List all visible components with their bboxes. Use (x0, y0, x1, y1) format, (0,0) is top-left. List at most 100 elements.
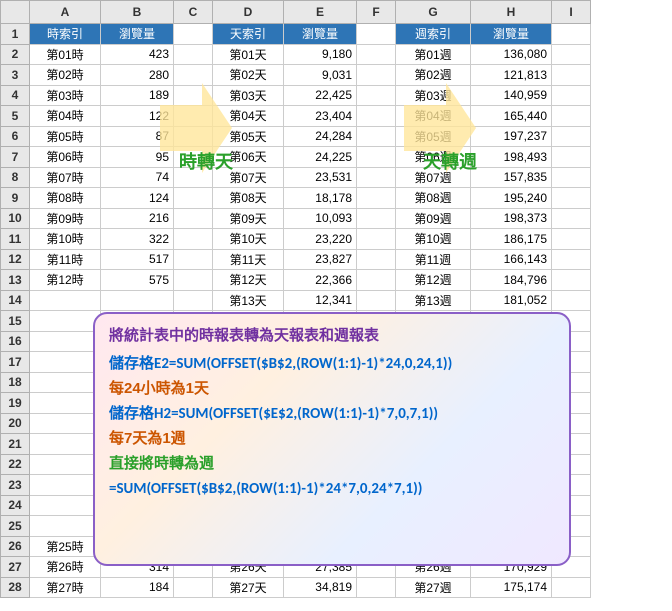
col-header-F[interactable]: F (357, 1, 396, 24)
cell-A6[interactable]: 第05時 (30, 126, 101, 147)
cell-E12[interactable]: 23,827 (284, 249, 357, 270)
cell-E3[interactable]: 9,031 (284, 65, 357, 86)
cell-A10[interactable]: 第09時 (30, 208, 101, 229)
cell-F13[interactable] (357, 270, 396, 291)
cell-B11[interactable]: 322 (101, 229, 174, 250)
cell-G9[interactable]: 第08週 (396, 188, 471, 209)
row-header-9[interactable]: 9 (1, 188, 30, 209)
header-day-idx[interactable]: 天索引 (213, 24, 284, 45)
cell-B10[interactable]: 216 (101, 208, 174, 229)
cell-A9[interactable]: 第08時 (30, 188, 101, 209)
row-header-20[interactable]: 20 (1, 413, 30, 434)
cell-A13[interactable]: 第12時 (30, 270, 101, 291)
row-header-23[interactable]: 23 (1, 475, 30, 496)
cell-C14[interactable] (174, 290, 213, 311)
row-header-24[interactable]: 24 (1, 495, 30, 516)
cell-A25[interactable] (30, 516, 101, 537)
row-header-19[interactable]: 19 (1, 393, 30, 414)
cell-H5[interactable]: 165,440 (471, 106, 552, 127)
row-header-2[interactable]: 2 (1, 44, 30, 65)
cell-G12[interactable]: 第11週 (396, 249, 471, 270)
cell-D10[interactable]: 第09天 (213, 208, 284, 229)
cell-H28[interactable]: 175,174 (471, 577, 552, 598)
corner-cell[interactable] (1, 1, 30, 24)
cell-H9[interactable]: 195,240 (471, 188, 552, 209)
col-header-I[interactable]: I (552, 1, 591, 24)
cell-A3[interactable]: 第02時 (30, 65, 101, 86)
cell-G10[interactable]: 第09週 (396, 208, 471, 229)
cell-C1[interactable] (174, 24, 213, 45)
cell-C28[interactable] (174, 577, 213, 598)
col-header-E[interactable]: E (284, 1, 357, 24)
cell-F8[interactable] (357, 167, 396, 188)
cell-A5[interactable]: 第04時 (30, 106, 101, 127)
col-header-B[interactable]: B (101, 1, 174, 24)
cell-H2[interactable]: 136,080 (471, 44, 552, 65)
cell-A11[interactable]: 第10時 (30, 229, 101, 250)
cell-E4[interactable]: 22,425 (284, 85, 357, 106)
cell-E9[interactable]: 18,178 (284, 188, 357, 209)
cell-G2[interactable]: 第01週 (396, 44, 471, 65)
cell-A27[interactable]: 第26時 (30, 557, 101, 578)
cell-C2[interactable] (174, 44, 213, 65)
cell-D9[interactable]: 第08天 (213, 188, 284, 209)
cell-E10[interactable]: 10,093 (284, 208, 357, 229)
cell-C9[interactable] (174, 188, 213, 209)
cell-A4[interactable]: 第03時 (30, 85, 101, 106)
cell-D14[interactable]: 第13天 (213, 290, 284, 311)
cell-F4[interactable] (357, 85, 396, 106)
cell-F14[interactable] (357, 290, 396, 311)
cell-F3[interactable] (357, 65, 396, 86)
cell-D13[interactable]: 第12天 (213, 270, 284, 291)
cell-D3[interactable]: 第02天 (213, 65, 284, 86)
cell-G13[interactable]: 第12週 (396, 270, 471, 291)
row-header-11[interactable]: 11 (1, 229, 30, 250)
cell-A21[interactable] (30, 434, 101, 455)
cell-F2[interactable] (357, 44, 396, 65)
cell-A7[interactable]: 第06時 (30, 147, 101, 168)
cell-I3[interactable] (552, 65, 591, 86)
cell-I12[interactable] (552, 249, 591, 270)
cell-E2[interactable]: 9,180 (284, 44, 357, 65)
cell-B3[interactable]: 280 (101, 65, 174, 86)
row-header-1[interactable]: 1 (1, 24, 30, 45)
cell-I10[interactable] (552, 208, 591, 229)
cell-I7[interactable] (552, 147, 591, 168)
col-header-A[interactable]: A (30, 1, 101, 24)
cell-A14[interactable] (30, 290, 101, 311)
cell-I5[interactable] (552, 106, 591, 127)
cell-H13[interactable]: 184,796 (471, 270, 552, 291)
cell-C13[interactable] (174, 270, 213, 291)
cell-I6[interactable] (552, 126, 591, 147)
cell-F10[interactable] (357, 208, 396, 229)
cell-H4[interactable]: 140,959 (471, 85, 552, 106)
row-header-12[interactable]: 12 (1, 249, 30, 270)
cell-E14[interactable]: 12,341 (284, 290, 357, 311)
cell-I1[interactable] (552, 24, 591, 45)
cell-F9[interactable] (357, 188, 396, 209)
cell-F6[interactable] (357, 126, 396, 147)
row-header-8[interactable]: 8 (1, 167, 30, 188)
cell-A19[interactable] (30, 393, 101, 414)
cell-D28[interactable]: 第27天 (213, 577, 284, 598)
row-header-17[interactable]: 17 (1, 352, 30, 373)
cell-A16[interactable] (30, 331, 101, 352)
cell-E13[interactable]: 22,366 (284, 270, 357, 291)
cell-E5[interactable]: 23,404 (284, 106, 357, 127)
cell-C12[interactable] (174, 249, 213, 270)
cell-C10[interactable] (174, 208, 213, 229)
header-day-val[interactable]: 瀏覽量 (284, 24, 357, 45)
col-header-D[interactable]: D (213, 1, 284, 24)
cell-A2[interactable]: 第01時 (30, 44, 101, 65)
cell-H3[interactable]: 121,813 (471, 65, 552, 86)
cell-D2[interactable]: 第01天 (213, 44, 284, 65)
row-header-28[interactable]: 28 (1, 577, 30, 598)
cell-F5[interactable] (357, 106, 396, 127)
cell-F1[interactable] (357, 24, 396, 45)
row-header-4[interactable]: 4 (1, 85, 30, 106)
cell-H10[interactable]: 198,373 (471, 208, 552, 229)
row-header-15[interactable]: 15 (1, 311, 30, 332)
cell-E8[interactable]: 23,531 (284, 167, 357, 188)
cell-A18[interactable] (30, 372, 101, 393)
col-header-H[interactable]: H (471, 1, 552, 24)
